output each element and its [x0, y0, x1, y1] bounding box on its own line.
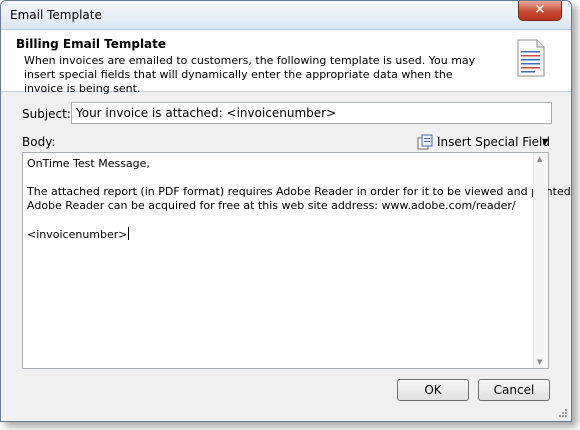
- dialog-header: Billing Email Template When invoices are…: [1, 30, 571, 95]
- scroll-down-icon[interactable]: ▼: [537, 358, 542, 366]
- subject-input[interactable]: Your invoice is attached: <invoicenumber…: [71, 102, 552, 124]
- insert-special-field-label: Insert Special Field: [437, 135, 550, 149]
- title-bar[interactable]: Email Template ×: [1, 1, 571, 30]
- cancel-button[interactable]: Cancel: [478, 379, 550, 401]
- insert-special-field-button[interactable]: Insert Special Field ▼: [417, 132, 552, 152]
- scroll-up-icon[interactable]: ▲: [537, 155, 542, 163]
- resize-grip-icon[interactable]: [557, 407, 567, 417]
- body-textarea[interactable]: OnTime Test Message, The attached report…: [22, 152, 571, 369]
- dropdown-arrow-icon: ▼: [542, 137, 549, 146]
- body-label: Body:: [22, 135, 56, 149]
- document-icon: [517, 39, 545, 77]
- ok-button[interactable]: OK: [397, 379, 469, 401]
- close-button[interactable]: ×: [518, 1, 562, 21]
- text-caret: [127, 227, 129, 240]
- header-description: When invoices are emailed to customers, …: [24, 54, 476, 95]
- header-title: Billing Email Template: [16, 37, 167, 51]
- body-scrollbar[interactable]: ▲ ▼: [533, 153, 548, 368]
- subject-label: Subject:: [22, 107, 71, 121]
- window-title: Email Template: [10, 8, 102, 22]
- insert-field-icon: [417, 134, 433, 150]
- email-template-dialog: Email Template × Billing Email Template …: [0, 0, 572, 422]
- body-text: OnTime Test Message, The attached report…: [27, 157, 572, 241]
